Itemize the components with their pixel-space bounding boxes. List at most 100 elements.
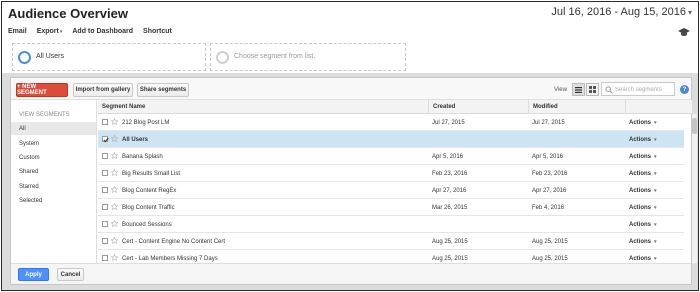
chevron-down-icon: ▾ <box>654 221 657 228</box>
row-actions-menu[interactable]: Actions ▾ <box>629 216 683 233</box>
column-header-created[interactable]: Created <box>428 100 528 114</box>
star-icon[interactable] <box>111 169 118 176</box>
apply-button[interactable]: Apply <box>18 268 49 281</box>
actions-label: Actions <box>629 238 652 245</box>
cancel-button[interactable]: Cancel <box>57 268 84 281</box>
segment-placeholder: Choose segment from list. <box>234 53 316 60</box>
row-actions-menu[interactable]: Actions ▾ <box>629 250 683 263</box>
table-row[interactable]: Blog Content Traffic Mar 26, 2015 Feb 4, 2… <box>98 199 684 216</box>
row-checkbox[interactable] <box>102 187 108 193</box>
segment-slot-all-users[interactable]: All Users <box>12 43 206 71</box>
column-header-segment-name[interactable]: Segment Name <box>98 100 428 114</box>
sidebar-item-shared[interactable]: Shared <box>11 165 96 178</box>
segment-name: Banana Splash <box>122 153 163 160</box>
table-row[interactable]: Cert - Lab Members Missing 7 Days Aug 25,… <box>98 250 684 263</box>
row-actions-menu[interactable]: Actions ▾ <box>629 199 683 216</box>
modified-date: Aug 25, 2015 <box>532 238 568 245</box>
segment-name: Cert - Content Engine No Content Cert <box>122 238 226 245</box>
segment-slot-empty[interactable]: Choose segment from list. <box>210 43 406 71</box>
share-segments-button[interactable]: Share segments <box>137 83 189 97</box>
date-range-picker[interactable]: Jul 16, 2016 - Aug 15, 2016 ▾ <box>551 6 692 18</box>
table-header: Segment Name Created Modified <box>98 100 692 114</box>
table-row[interactable]: All Users Actions ▾ <box>98 131 684 148</box>
star-icon[interactable] <box>111 220 118 227</box>
import-from-gallery-button[interactable]: Import from gallery <box>73 83 133 97</box>
row-actions-menu[interactable]: Actions ▾ <box>629 165 683 182</box>
panel-toolbar: + NEW SEGMENT Import from gallery Share … <box>11 78 691 100</box>
created-date: Mar 26, 2015 <box>432 204 468 211</box>
star-icon[interactable] <box>111 118 118 125</box>
actions-label: Actions <box>629 255 652 262</box>
scrollbar-thumb[interactable] <box>692 118 697 134</box>
list-icon <box>575 86 582 93</box>
table-row[interactable]: 212 Blog Post LM Jul 27, 2015 Jul 27, 2015… <box>98 114 684 131</box>
report-header: Audience Overview Jul 16, 2016 - Aug 15,… <box>2 2 698 22</box>
search-segments-box[interactable] <box>601 82 675 96</box>
column-header-actions <box>625 100 683 114</box>
row-checkbox[interactable] <box>102 153 108 159</box>
row-actions-menu[interactable]: Actions ▾ <box>629 233 683 250</box>
export-button[interactable]: Export▾ <box>37 28 63 40</box>
list-view-button[interactable] <box>572 83 585 96</box>
chevron-down-icon: ▾ <box>654 170 657 177</box>
table-row[interactable]: Cert - Content Engine No Content Cert Aug… <box>98 233 684 250</box>
row-actions-menu[interactable]: Actions ▾ <box>629 131 683 148</box>
shortcut-button[interactable]: Shortcut <box>143 28 172 40</box>
row-actions-menu[interactable]: Actions ▾ <box>629 114 683 131</box>
row-actions-menu[interactable]: Actions ▾ <box>629 148 683 165</box>
email-button[interactable]: Email <box>8 28 27 40</box>
modified-date: Apr 27, 2016 <box>532 187 567 194</box>
modified-date: Jul 27, 2015 <box>532 119 565 126</box>
column-header-modified[interactable]: Modified <box>528 100 625 114</box>
chevron-down-icon: ▾ <box>687 8 692 17</box>
table-row[interactable]: Bounced Sessions Actions ▾ <box>98 216 684 233</box>
grid-icon <box>589 86 596 93</box>
actions-label: Actions <box>629 170 652 177</box>
sidebar-item-selected[interactable]: Selected <box>11 194 96 207</box>
segment-table: Segment Name Created Modified 212 Blog P… <box>98 100 692 263</box>
table-scrollbar[interactable] <box>692 114 697 263</box>
chevron-down-icon: ▾ <box>654 136 657 143</box>
row-checkbox[interactable] <box>102 170 108 176</box>
row-checkbox[interactable] <box>102 221 108 227</box>
table-row[interactable]: Blog Content RegEx Apr 27, 2016 Apr 27, 20… <box>98 182 684 199</box>
row-actions-menu[interactable]: Actions ▾ <box>629 182 683 199</box>
search-segments-input[interactable] <box>615 85 673 94</box>
actions-label: Actions <box>629 204 652 211</box>
sidebar-item-system[interactable]: System <box>11 137 96 150</box>
segment-name: Blog Content Traffic <box>122 204 175 211</box>
modified-date <box>532 216 625 233</box>
star-icon[interactable] <box>111 254 118 261</box>
grid-view-button[interactable] <box>586 83 599 96</box>
page-title: Audience Overview <box>8 6 128 21</box>
row-checkbox[interactable] <box>102 255 108 261</box>
segment-name: Big Results Small List <box>122 170 181 177</box>
star-icon[interactable] <box>111 203 118 210</box>
table-row[interactable]: Big Results Small List Feb 23, 2016 Feb 23… <box>98 165 684 182</box>
add-to-dashboard-button[interactable]: Add to Dashboard <box>72 28 133 40</box>
star-icon[interactable] <box>111 186 118 193</box>
graduation-cap-icon[interactable] <box>678 27 690 37</box>
star-icon[interactable] <box>111 237 118 244</box>
sidebar-item-starred[interactable]: Starred <box>11 180 96 193</box>
row-checkbox[interactable] <box>102 204 108 210</box>
row-checkbox[interactable] <box>102 136 109 143</box>
actions-label: Actions <box>629 221 652 228</box>
segment-name: Blog Content RegEx <box>122 187 177 194</box>
actions-label: Actions <box>629 187 652 194</box>
report-toolbar: Email Export▾ Add to Dashboard Shortcut <box>8 28 172 40</box>
table-row[interactable]: Banana Splash Apr 5, 2016 Apr 5, 2016 Actio… <box>98 148 684 165</box>
sidebar-item-custom[interactable]: Custom <box>11 151 96 164</box>
created-date <box>432 131 528 148</box>
star-icon[interactable] <box>111 152 118 159</box>
created-date: Feb 23, 2016 <box>432 170 468 177</box>
segment-name: 212 Blog Post LM <box>122 119 170 126</box>
check-icon <box>103 137 109 143</box>
row-checkbox[interactable] <box>102 119 108 125</box>
sidebar-item-all[interactable]: All <box>11 122 96 135</box>
new-segment-button[interactable]: + NEW SEGMENT <box>16 83 68 97</box>
star-icon[interactable] <box>111 135 118 142</box>
actions-label: Actions <box>629 153 652 160</box>
help-icon[interactable]: ? <box>680 85 689 94</box>
row-checkbox[interactable] <box>102 238 108 244</box>
